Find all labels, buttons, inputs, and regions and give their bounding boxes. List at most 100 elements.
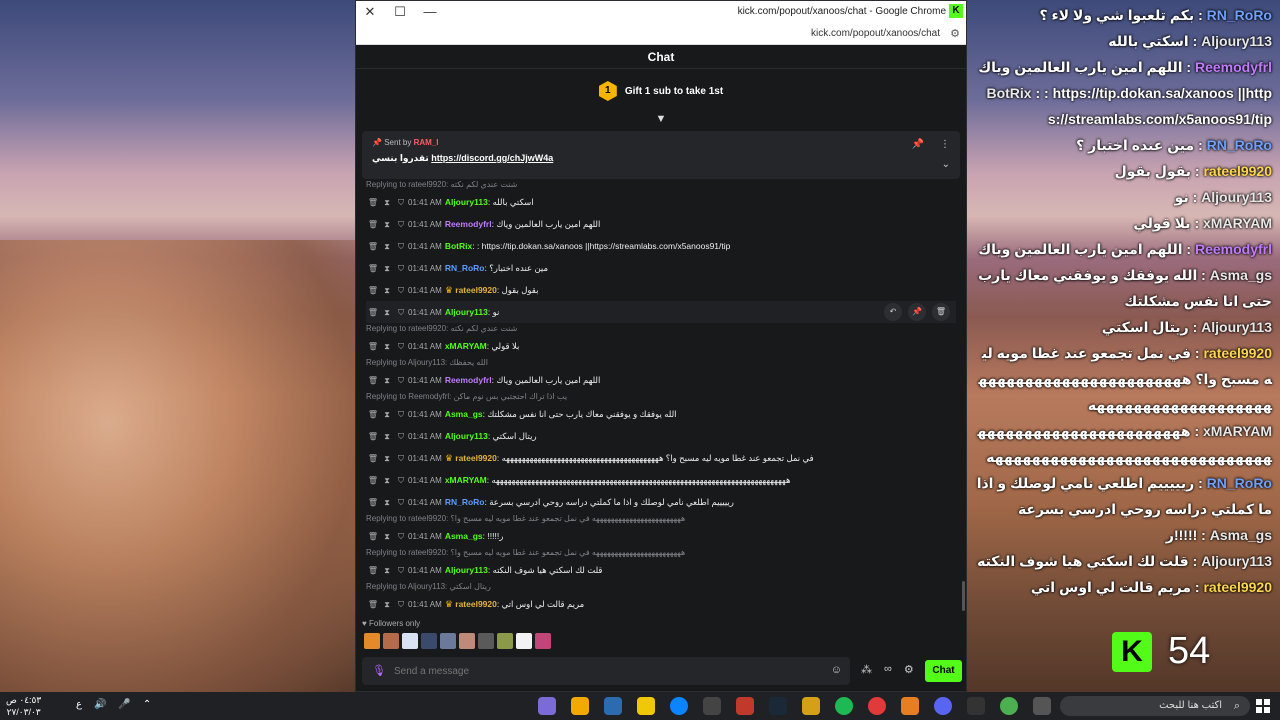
- ban-icon[interactable]: ⛉: [394, 302, 408, 323]
- timeout-icon[interactable]: ⧗: [380, 370, 394, 391]
- steam-icon[interactable]: [769, 697, 787, 715]
- delete-icon[interactable]: 🗑: [366, 526, 380, 547]
- avatar[interactable]: [402, 633, 418, 649]
- infinity-icon[interactable]: ∞: [884, 663, 892, 676]
- timeout-icon[interactable]: ⧗: [380, 236, 394, 257]
- ban-icon[interactable]: ⛉: [394, 258, 408, 279]
- microphone-icon[interactable]: 🎙: [372, 664, 386, 677]
- chat-message[interactable]: 🗑 ⧗ ⛉ 01:41 AM RN_RoRo: ريييييم اطلعي نامي ل…: [366, 491, 956, 513]
- avatar[interactable]: [440, 633, 456, 649]
- delete-icon[interactable]: 🗑: [366, 258, 380, 279]
- reply-context[interactable]: Replying to Aljoury113: ريتال اسكتي: [366, 581, 956, 593]
- chat-message[interactable]: 🗑 ⧗ ⛉ 01:41 AM RN_RoRo: مين عنده اختبار؟: [366, 257, 956, 279]
- app-icon[interactable]: [538, 697, 556, 715]
- ban-icon[interactable]: ⛉: [394, 192, 408, 213]
- app-icon[interactable]: [868, 697, 886, 715]
- discord-icon[interactable]: [934, 697, 952, 715]
- clock[interactable]: ٠٤:٥٣ ص ٢٧/٠٣/٠٣: [6, 694, 41, 718]
- delete-message-icon[interactable]: 🗑: [932, 303, 950, 321]
- ban-icon[interactable]: ⛉: [394, 560, 408, 581]
- ban-icon[interactable]: ⛉: [394, 236, 408, 257]
- message-username[interactable]: Aljoury113: [445, 565, 488, 575]
- ban-icon[interactable]: ⛉: [394, 404, 408, 425]
- timeout-icon[interactable]: ⧗: [380, 426, 394, 447]
- reply-context[interactable]: Replying to rateel9920: شنت عندي لكم نكت…: [366, 179, 956, 191]
- ban-icon[interactable]: ⛉: [394, 492, 408, 513]
- delete-icon[interactable]: 🗑: [366, 280, 380, 301]
- chat-message[interactable]: 🗑 ⧗ ⛉ 01:41 AM Aljoury113: قلت لك اسكتي هيا …: [366, 559, 956, 581]
- epic-icon[interactable]: [967, 697, 985, 715]
- delete-icon[interactable]: 🗑: [366, 492, 380, 513]
- settings-gear-icon[interactable]: ⚙: [904, 663, 914, 676]
- reply-context[interactable]: Replying to Aljoury113: الله يحفظك: [366, 357, 956, 369]
- ban-icon[interactable]: ⛉: [394, 214, 408, 235]
- chat-message[interactable]: 🗑 ⧗ ⛉ 01:41 AM Aljoury113: نو ↶ 📌 🗑: [366, 301, 956, 323]
- timeout-icon[interactable]: ⧗: [380, 560, 394, 581]
- delete-icon[interactable]: 🗑: [366, 370, 380, 391]
- timeout-icon[interactable]: ⧗: [380, 470, 394, 491]
- delete-icon[interactable]: 🗑: [366, 594, 380, 609]
- ban-icon[interactable]: ⛉: [394, 280, 408, 301]
- unpin-icon[interactable]: 📌: [912, 139, 924, 150]
- app-icon[interactable]: [571, 697, 589, 715]
- timeout-icon[interactable]: ⧗: [380, 214, 394, 235]
- avatar[interactable]: [535, 633, 551, 649]
- chat-message[interactable]: 🗑 ⧗ ⛉ 01:41 AM Reemodyfrl: اللهم امين يارب ا…: [366, 369, 956, 391]
- delete-icon[interactable]: 🗑: [366, 448, 380, 469]
- avatar[interactable]: [364, 633, 380, 649]
- timeout-icon[interactable]: ⧗: [380, 302, 394, 323]
- reply-icon[interactable]: ↶: [884, 303, 902, 321]
- chat-send-button[interactable]: Chat: [925, 660, 962, 682]
- minimize-icon[interactable]: —: [422, 4, 438, 20]
- message-username[interactable]: Reemodyfrl: [445, 375, 492, 385]
- chrome-icon[interactable]: [1000, 697, 1018, 715]
- emoji-icon[interactable]: ☺: [831, 664, 842, 676]
- reply-context[interactable]: Replying to rateel9920: هههههههههههههههه…: [366, 513, 956, 525]
- pin-message-icon[interactable]: 📌: [908, 303, 926, 321]
- discord-link[interactable]: https://discord.gg/chJjwW4a: [431, 153, 553, 163]
- timeout-icon[interactable]: ⧗: [380, 526, 394, 547]
- language-indicator[interactable]: ع: [76, 699, 82, 710]
- message-username[interactable]: xMARYAM: [445, 475, 487, 485]
- volume-icon[interactable]: 🔊: [94, 699, 106, 710]
- spotify-icon[interactable]: [835, 697, 853, 715]
- chevron-down-icon[interactable]: ⌄: [942, 159, 950, 170]
- timeout-icon[interactable]: ⧗: [380, 492, 394, 513]
- avatar[interactable]: [459, 633, 475, 649]
- delete-icon[interactable]: 🗑: [366, 302, 380, 323]
- message-username[interactable]: BotRix: [445, 241, 472, 251]
- app-icon[interactable]: [637, 697, 655, 715]
- message-username[interactable]: RN_RoRo: [445, 263, 485, 273]
- users-icon[interactable]: ⁂: [861, 663, 872, 676]
- chat-message[interactable]: 🗑 ⧗ ⛉ 01:41 AM Reemodyfrl: اللهم امين يارب ا…: [366, 213, 956, 235]
- message-username[interactable]: xMARYAM: [445, 341, 487, 351]
- reply-context[interactable]: Replying to rateel9920: هههههههههههههههه…: [366, 547, 956, 559]
- chat-message[interactable]: 🗑 ⧗ ⛉ 01:41 AM BotRix: : https://tip.dokan.s…: [366, 235, 956, 257]
- delete-icon[interactable]: 🗑: [366, 470, 380, 491]
- maximize-icon[interactable]: ☐: [392, 4, 408, 20]
- timeout-icon[interactable]: ⧗: [380, 404, 394, 425]
- message-username[interactable]: Reemodyfrl: [445, 219, 492, 229]
- delete-icon[interactable]: 🗑: [366, 426, 380, 447]
- message-username[interactable]: Asma_gs: [445, 531, 483, 541]
- chat-message[interactable]: 🗑 ⧗ ⛉ 01:41 AM ♛ rateel9920: بقول بقول: [366, 279, 956, 301]
- more-options-icon[interactable]: ⋮: [940, 139, 950, 150]
- ban-icon[interactable]: ⛉: [394, 470, 408, 491]
- ban-icon[interactable]: ⛉: [394, 426, 408, 447]
- message-username[interactable]: RN_RoRo: [445, 497, 485, 507]
- ban-icon[interactable]: ⛉: [394, 448, 408, 469]
- ban-icon[interactable]: ⛉: [394, 370, 408, 391]
- avatar[interactable]: [516, 633, 532, 649]
- timeout-icon[interactable]: ⧗: [380, 448, 394, 469]
- message-username[interactable]: rateel9920: [455, 453, 497, 463]
- folder-icon[interactable]: [802, 697, 820, 715]
- delete-icon[interactable]: 🗑: [366, 560, 380, 581]
- timeout-icon[interactable]: ⧗: [380, 336, 394, 357]
- avatar[interactable]: [478, 633, 494, 649]
- delete-icon[interactable]: 🗑: [366, 214, 380, 235]
- delete-icon[interactable]: 🗑: [366, 336, 380, 357]
- message-username[interactable]: Aljoury113: [445, 307, 488, 317]
- reply-context[interactable]: Replying to rateel9920: شنت عندي لكم نكت…: [366, 323, 956, 335]
- message-username[interactable]: Aljoury113: [445, 197, 488, 207]
- timeout-icon[interactable]: ⧗: [380, 192, 394, 213]
